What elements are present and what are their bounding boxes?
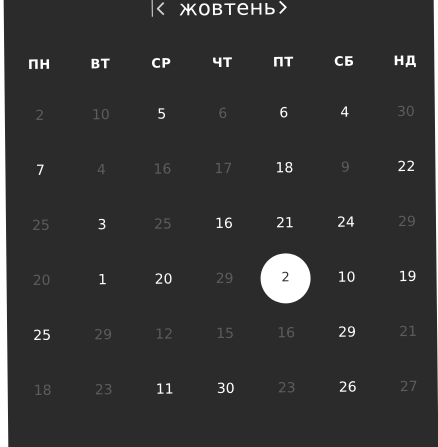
- day-cell[interactable]: 30: [206, 377, 246, 401]
- month-title: жовтень: [178, 0, 277, 21]
- day-cell[interactable]: 25: [22, 324, 62, 348]
- day-cell[interactable]: 12: [144, 322, 184, 346]
- day-cell[interactable]: 20: [143, 267, 183, 291]
- weekday-label: ЧТ: [212, 55, 233, 72]
- day-cell[interactable]: 18: [264, 156, 304, 180]
- day-cell[interactable]: 29: [327, 320, 367, 344]
- day-cell[interactable]: 29: [204, 267, 244, 291]
- day-cell[interactable]: 5: [142, 102, 182, 126]
- day-cell[interactable]: 30: [386, 100, 426, 124]
- calendar-header: жовтень: [4, 0, 434, 24]
- day-cell[interactable]: 7: [20, 159, 60, 183]
- weekday-label: ПТ: [272, 55, 294, 71]
- day-cell[interactable]: 20: [21, 269, 61, 293]
- day-cell[interactable]: 6: [264, 101, 304, 125]
- weekday-label: НД: [393, 53, 418, 70]
- chevron-right-icon: [279, 0, 287, 15]
- day-cell[interactable]: 10: [81, 103, 121, 127]
- day-cell[interactable]: 9: [325, 155, 365, 179]
- day-cell[interactable]: 25: [143, 212, 183, 236]
- day-cell[interactable]: 6: [203, 102, 243, 126]
- day-cell[interactable]: 16: [204, 212, 244, 236]
- calendar-stage: жовтень ПН ВТ СР ЧТ ПТ СБ НД 2 10 5 6 6 4 30 7 4 16 17 18…: [0, 0, 438, 447]
- day-cell[interactable]: 16: [266, 321, 306, 345]
- day-cell[interactable]: 1: [82, 268, 122, 292]
- next-month-button[interactable]: [274, 0, 292, 19]
- calendar-panel: жовтень ПН ВТ СР ЧТ ПТ СБ НД 2 10 5 6 6 4 30 7 4 16 17 18…: [3, 0, 438, 447]
- chevron-left-icon: [156, 1, 165, 16]
- weekday-label: СБ: [334, 54, 355, 70]
- day-cell[interactable]: 22: [386, 155, 426, 179]
- day-cell[interactable]: 23: [267, 376, 307, 400]
- prev-month-button[interactable]: [152, 0, 170, 21]
- day-cell[interactable]: 17: [203, 157, 243, 181]
- day-cell[interactable]: 3: [82, 213, 122, 237]
- day-cell[interactable]: 15: [205, 322, 245, 346]
- day-cell[interactable]: 23: [84, 378, 124, 402]
- day-cell[interactable]: 29: [83, 323, 123, 347]
- selected-day-cell[interactable]: 2: [260, 253, 311, 304]
- day-cell[interactable]: 2: [20, 104, 60, 128]
- weekday-label: ВТ: [90, 57, 111, 73]
- day-cell[interactable]: 29: [387, 210, 427, 234]
- day-cell[interactable]: 10: [326, 265, 366, 289]
- day-cell[interactable]: 19: [387, 265, 427, 289]
- day-cell[interactable]: 21: [265, 211, 305, 235]
- day-cell[interactable]: 16: [142, 157, 182, 181]
- day-cell[interactable]: 18: [23, 379, 63, 403]
- weekday-label: ПН: [27, 57, 51, 74]
- day-cell[interactable]: 27: [389, 375, 429, 399]
- day-cell[interactable]: 4: [325, 100, 365, 124]
- day-cell[interactable]: 26: [328, 375, 368, 399]
- day-cell[interactable]: 21: [388, 320, 428, 344]
- day-cell[interactable]: 24: [326, 210, 366, 234]
- day-cell[interactable]: 11: [145, 377, 185, 401]
- day-cell[interactable]: 4: [81, 158, 121, 182]
- day-cell[interactable]: 25: [21, 214, 61, 238]
- weekday-label: СР: [151, 56, 172, 72]
